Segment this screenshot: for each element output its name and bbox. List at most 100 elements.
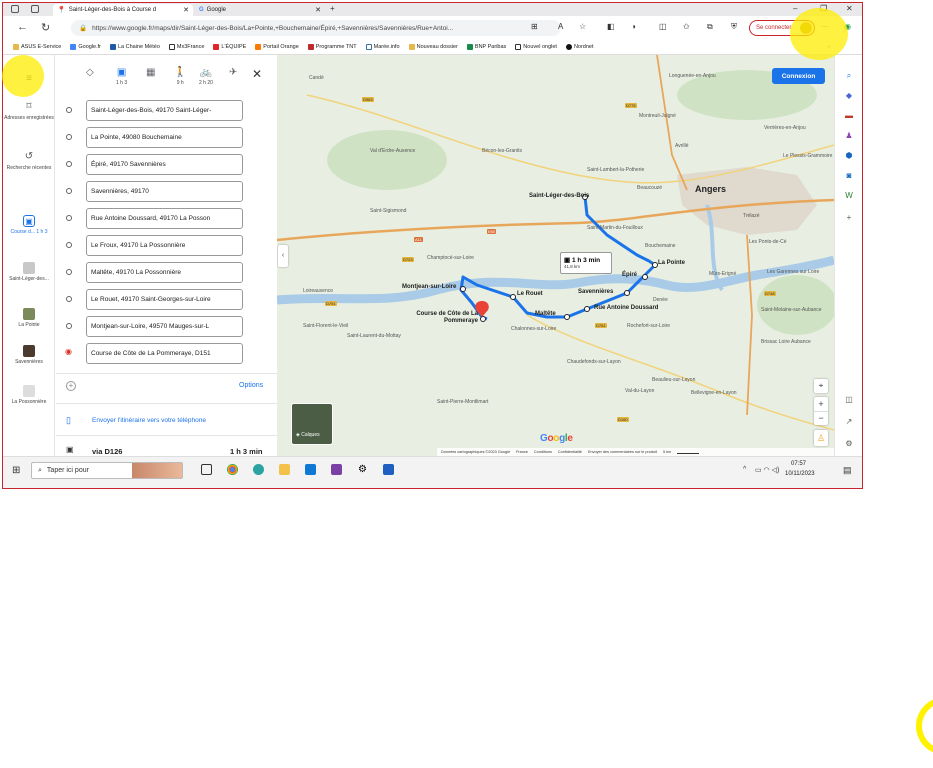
bookmark-item[interactable]: Google.fr [70,44,101,50]
rail-item-recent[interactable]: ↺ Recherche récentes [3,151,55,171]
route-info-box[interactable]: ▣ 1 h 3 min 41,8 km [560,252,612,274]
send-to-phone-link[interactable]: Envoyer l'itinéraire vers votre téléphon… [92,417,206,424]
edge-icon[interactable] [253,464,264,475]
mail-icon[interactable] [305,464,316,475]
scale-label[interactable]: 5 km [663,450,671,454]
taskbar-search[interactable]: ⌕ Taper ici pour [31,462,183,479]
stop-marker[interactable] [480,316,486,322]
mode-recommended[interactable]: ◇ [86,67,94,80]
street-view-pegman-icon[interactable]: ♙ [814,430,828,446]
collapse-panel-button[interactable]: ‹ [278,245,288,267]
apps-icon[interactable]: ⊞ [531,22,538,31]
bookmark-item[interactable]: Portail Orange [255,44,299,50]
my-location-icon[interactable]: ⌖ [814,379,828,393]
mode-car[interactable]: ▣ 1 h 3 [116,67,127,86]
mode-transit[interactable]: ▦ [146,67,155,80]
layers-button[interactable]: ◈ Calques [291,403,333,445]
attribution-link[interactable]: Conditions [534,450,552,454]
attribution-link[interactable]: Envoyer des commentaires sur le produit [588,450,657,454]
stop-marker[interactable] [584,306,590,312]
windows-start-icon[interactable]: ⊞ [12,465,20,476]
stop-input[interactable]: Maltête, 49170 La Possonnière [86,262,243,283]
mode-walk[interactable]: 🚶 9 h [174,67,186,86]
bookmark-item[interactable]: Marée.info [365,44,400,50]
route-line[interactable] [459,196,657,321]
mode-bike[interactable]: 🚲 2 h 20 [199,67,213,86]
extension-icon[interactable]: ◧ [607,22,615,31]
mode-plane[interactable]: ✈ [229,67,237,80]
stop-marker[interactable] [642,274,648,280]
rail-item-course[interactable]: ▣ Course d... 1 h 3 [3,215,55,235]
destination-input[interactable]: Course de Côte de La Pommeraye, D151 [86,343,243,364]
rail-item-saint-leger[interactable]: Saint-Léger-des... [3,262,55,282]
add-stop-icon[interactable]: + [66,381,76,391]
tray-icons[interactable]: ▭ ◠ ◁) [755,466,779,474]
word-icon[interactable] [383,464,394,475]
bookmark-item[interactable]: ASUS E-Service [13,44,61,50]
games-icon[interactable]: ♟ [844,131,854,140]
search-icon[interactable]: ⌕ [844,71,854,81]
stop-input[interactable]: Saint-Léger-des-Bois, 49170 Saint-Léger- [86,100,243,121]
taskbar-date[interactable]: 10/11/2023 [785,471,815,477]
rail-item-saved[interactable]: ⌑ Adresses enregistrées [3,101,55,121]
tray-chevron-icon[interactable]: ^ [743,466,746,473]
settings-gear-icon[interactable]: ⚙ [844,439,854,448]
favorite-star-icon[interactable]: ☆ [579,22,586,31]
minimize-icon[interactable]: – [793,4,797,13]
bookmark-item[interactable]: Programme TNT [307,44,357,50]
stop-input[interactable]: La Pointe, 49080 Bouchemaine [86,127,243,148]
favorites-icon[interactable]: ✩ [683,22,690,31]
stop-marker[interactable] [652,262,658,268]
map-canvas[interactable]: Connexion Candé Longuenée-en-Anjou Montr… [277,55,834,456]
connexion-button[interactable]: Connexion [772,68,825,84]
stop-input[interactable]: Montjean-sur-Loire, 49570 Mauges-sur-L [86,316,243,337]
notifications-icon[interactable]: ▤ [843,465,852,476]
task-view-icon[interactable] [201,464,212,475]
options-button[interactable]: Options [239,382,263,389]
zoom-out-button[interactable]: − [814,411,828,425]
attribution-link[interactable]: Confidentialité [558,450,582,454]
rail-item-savennieres[interactable]: Savennières [3,345,55,365]
close-directions-icon[interactable]: ✕ [252,67,262,81]
rail-item-la-pointe[interactable]: La Pointe [3,308,55,328]
settings-gear-icon[interactable]: ⚙ [357,464,368,475]
stop-marker[interactable] [624,290,630,296]
tab-maps[interactable]: 📍 Saint-Léger-des-Bois à Course d ✕ [53,4,193,16]
attribution-link[interactable]: France [516,450,528,454]
stop-input[interactable]: Épiré, 49170 Savennières [86,154,243,175]
tab-actions-icon[interactable] [31,5,39,13]
chrome-icon[interactable] [227,464,238,475]
sync-icon[interactable]: ◑ [631,22,636,31]
close-tab-icon[interactable]: ✕ [315,6,321,14]
external-link-icon[interactable]: ↗ [844,417,854,426]
bookmark-item[interactable]: BNP Paribas [466,44,506,50]
bookmark-item[interactable]: Nouvel onglet [515,44,557,50]
zoom-in-button[interactable]: + [814,397,828,411]
tab-google[interactable]: G Google ✕ [195,4,325,16]
new-tab-button[interactable]: + [330,4,335,13]
stop-marker[interactable] [564,314,570,320]
add-sidebar-icon[interactable]: + [844,213,854,222]
stop-marker[interactable] [510,294,516,300]
rail-item-la-possonniere[interactable]: La Possonnière [3,385,55,405]
stop-input[interactable]: Savennières, 49170 [86,181,243,202]
shield-icon[interactable]: ⛨ [731,22,737,32]
url-field[interactable]: 🔒 https://www.google.fr/maps/dir/Saint-L… [71,20,561,36]
outlook-icon[interactable]: ◙ [844,171,854,180]
copilot-side-icon[interactable]: ⬢ [844,151,854,160]
bookmark-item[interactable]: L'ÉQUIPE [213,44,246,50]
collections-icon[interactable]: ⧉ [707,22,713,32]
split-screen-icon[interactable]: ◫ [659,22,667,31]
workspaces-icon[interactable] [11,5,19,13]
route-name[interactable]: via D126 [92,447,122,456]
bookmark-item[interactable]: Nouveau dossier [408,44,458,50]
read-aloud-icon[interactable]: A [558,22,563,31]
close-window-icon[interactable]: ✕ [846,4,853,13]
taskbar-time[interactable]: 07:57 [791,461,806,467]
back-icon[interactable]: ← [17,21,28,33]
refresh-icon[interactable]: ↻ [41,21,50,34]
bookmark-item[interactable]: La Chaine Météo [109,44,160,50]
stop-input[interactable]: Le Rouet, 49170 Saint-Georges-sur-Loire [86,289,243,310]
tag-icon[interactable]: ◆ [844,91,854,100]
stop-input[interactable]: Rue Antoine Doussard, 49170 La Posson [86,208,243,229]
